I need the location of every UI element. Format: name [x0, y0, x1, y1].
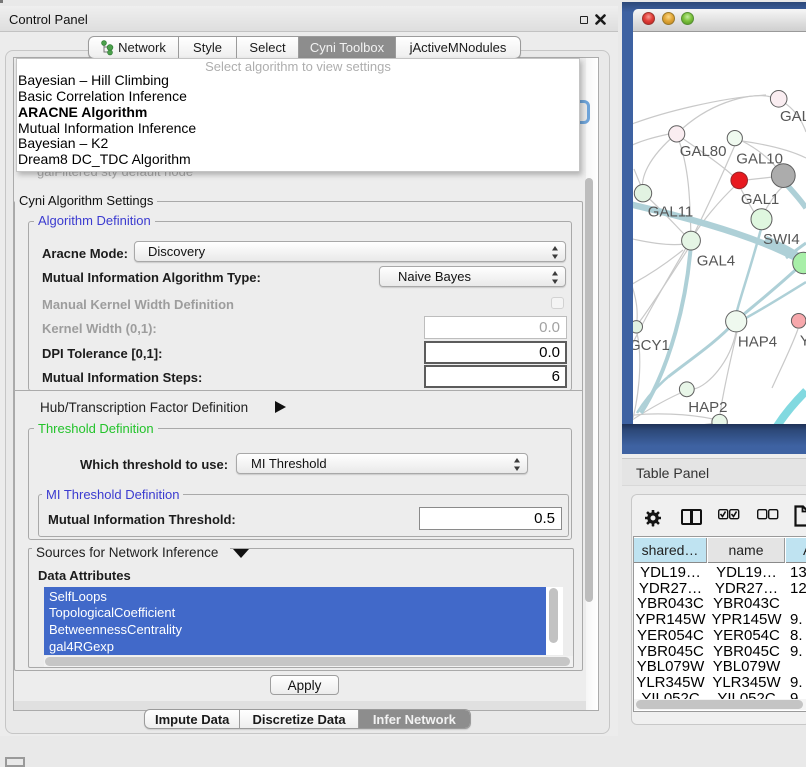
svg-text:HAP2: HAP2	[688, 399, 727, 416]
svg-text:GAL11: GAL11	[648, 203, 694, 220]
svg-text:Y: Y	[800, 333, 806, 350]
svg-text:GAL1: GAL1	[741, 191, 779, 208]
svg-text:GCY1: GCY1	[633, 337, 670, 354]
svg-text:HAP4: HAP4	[738, 334, 777, 351]
svg-text:SWI4: SWI4	[763, 231, 800, 248]
svg-text:GAL: GAL	[780, 108, 806, 125]
svg-text:GAL10: GAL10	[736, 151, 783, 168]
svg-text:GAL80: GAL80	[680, 143, 727, 160]
svg-text:GAL4: GAL4	[697, 253, 735, 270]
